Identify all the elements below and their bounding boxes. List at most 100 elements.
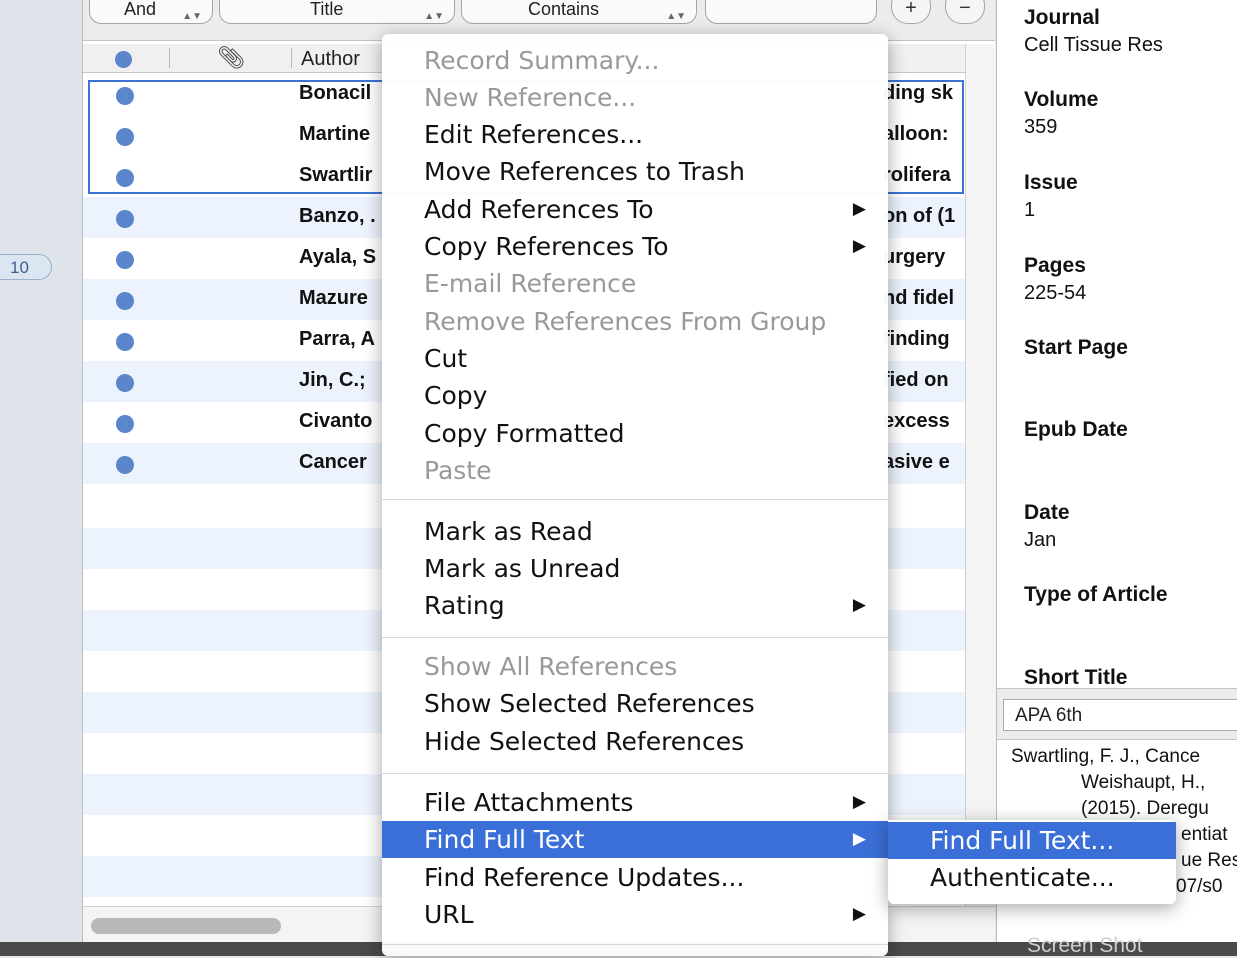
menu-item-record-summary[interactable]: Record Summary... [382, 42, 888, 79]
menu-item-add-references-to[interactable]: Add References To ▶ [382, 191, 888, 228]
paperclip-icon[interactable]: 📎︎ [217, 45, 245, 71]
menu-item-copy-references-to[interactable]: Copy References To ▶ [382, 228, 888, 265]
field-label: Pages [1024, 254, 1086, 277]
find-full-text-submenu: Find Full Text... Authenticate... [888, 820, 1176, 904]
read-status-column-header[interactable] [115, 51, 132, 68]
unread-dot-icon [116, 292, 134, 310]
submenu-arrow-icon: ▶ [852, 236, 866, 256]
row-author: Banzo, . [299, 205, 376, 227]
unread-dot-icon [116, 333, 134, 351]
field-start-page[interactable]: Start Page [1024, 336, 1128, 360]
row-title: asive e [883, 451, 950, 473]
menu-item-new-reference[interactable]: New Reference... [382, 79, 888, 116]
menu-item-show-selected-references[interactable]: Show Selected References [382, 685, 888, 722]
row-title: ding sk [883, 82, 954, 104]
field-label: Journal [1024, 6, 1100, 29]
row-title: rolifera [883, 164, 951, 186]
menu-item-file-attachments[interactable]: File Attachments ▶ [382, 784, 888, 821]
menu-item-move-to-trash[interactable]: Move References to Trash [382, 153, 888, 190]
row-author: Civanto [299, 410, 373, 432]
screenshot-file-label[interactable]: Screen Shot [1027, 934, 1143, 958]
column-divider [291, 48, 292, 68]
menu-item-paste[interactable]: Paste [382, 452, 888, 489]
author-column-header[interactable]: Author [301, 48, 360, 71]
menu-item-email-reference[interactable]: E-mail Reference [382, 265, 888, 302]
row-title: alloon: [883, 123, 949, 145]
submenu-arrow-icon: ▶ [852, 199, 866, 219]
output-style-bar: APA 6th [997, 688, 1237, 740]
row-author: Swartlir [299, 164, 373, 186]
preview-line: Weishaupt, H., [1081, 772, 1206, 793]
row-title: nd fidel [883, 287, 955, 309]
search-term-input[interactable] [705, 0, 877, 24]
search-operator-select[interactable]: Contains ▲▼ [461, 0, 697, 24]
menu-item-remove-from-group[interactable]: Remove References From Group [382, 303, 888, 340]
search-field-select[interactable]: Title ▲▼ [219, 0, 455, 24]
menu-item-copy-formatted[interactable]: Copy Formatted [382, 415, 888, 452]
context-menu: Record Summary... New Reference... Edit … [382, 34, 888, 956]
column-divider [169, 48, 170, 68]
menu-item-rating[interactable]: Rating ▶ [382, 587, 888, 624]
unread-dot-icon [116, 374, 134, 392]
menu-separator [382, 944, 888, 945]
field-epub-date[interactable]: Epub Date [1024, 418, 1128, 442]
field-label: Volume [1024, 88, 1099, 111]
field-type-of-article[interactable]: Type of Article [1024, 583, 1168, 607]
field-label: Type of Article [1024, 583, 1168, 606]
field-issue[interactable]: Issue 1 [1024, 171, 1078, 225]
field-value: 359 [1024, 116, 1058, 138]
row-title: excess [883, 410, 950, 432]
row-author: Cancer [299, 451, 367, 473]
submenu-item-find-full-text[interactable]: Find Full Text... [888, 822, 1176, 859]
output-style-select[interactable]: APA 6th [1003, 699, 1237, 731]
menu-item-copy[interactable]: Copy [382, 377, 888, 414]
menu-item-url[interactable]: URL ▶ [382, 896, 888, 933]
unread-dot-icon [116, 128, 134, 146]
row-title: finding [883, 328, 950, 350]
field-value: Jan [1024, 529, 1057, 551]
remove-search-row-button[interactable]: − [945, 0, 985, 24]
search-boolean-select[interactable]: And ▲▼ [89, 0, 213, 24]
field-date[interactable]: Date Jan [1024, 501, 1070, 555]
reference-panel: Journal Cell Tissue Res Volume 359 Issue… [996, 0, 1237, 942]
search-boolean-value: And [124, 0, 157, 19]
menu-item-hide-selected-references[interactable]: Hide Selected References [382, 723, 888, 760]
search-field-value: Title [310, 0, 344, 19]
preview-line: (2015). Deregu [1081, 798, 1209, 819]
field-short-title[interactable]: Short Title [1024, 666, 1127, 690]
field-label: Epub Date [1024, 418, 1128, 441]
group-count-badge[interactable]: 10 [0, 254, 52, 280]
field-value: 1 [1024, 199, 1036, 221]
chevron-down-icon: ▲▼ [424, 11, 444, 22]
preview-line: Swartling, F. J., Cance [1011, 746, 1201, 767]
field-label: Date [1024, 501, 1070, 524]
menu-item-cut[interactable]: Cut [382, 340, 888, 377]
submenu-arrow-icon: ▶ [852, 829, 866, 849]
unread-dot-icon [116, 87, 134, 105]
row-title: fied on [883, 369, 949, 391]
menu-separator [382, 637, 888, 638]
field-journal[interactable]: Journal Cell Tissue Res [1024, 6, 1163, 60]
row-author: Mazure [299, 287, 368, 309]
row-title: urgery [883, 246, 946, 268]
menu-item-find-full-text[interactable]: Find Full Text ▶ [382, 821, 888, 858]
submenu-item-authenticate[interactable]: Authenticate... [888, 859, 1176, 896]
row-author: Bonacil [299, 82, 372, 104]
field-label: Start Page [1024, 336, 1128, 359]
add-search-row-button[interactable]: + [891, 0, 931, 24]
field-value: 225-54 [1024, 282, 1087, 304]
menu-item-mark-as-unread[interactable]: Mark as Unread [382, 550, 888, 587]
menu-item-mark-as-read[interactable]: Mark as Read [382, 513, 888, 550]
menu-item-edit-references[interactable]: Edit References... [382, 116, 888, 153]
unread-dot-icon [116, 210, 134, 228]
field-pages[interactable]: Pages 225-54 [1024, 254, 1086, 308]
horizontal-scroll-thumb[interactable] [91, 918, 281, 934]
row-author: Jin, C.; [299, 369, 366, 391]
unread-dot-icon [116, 251, 134, 269]
vertical-scrollbar[interactable] [965, 44, 996, 906]
field-volume[interactable]: Volume 359 [1024, 88, 1098, 142]
search-operator-value: Contains [528, 0, 600, 19]
menu-item-show-all-references[interactable]: Show All References [382, 648, 888, 685]
menu-item-find-reference-updates[interactable]: Find Reference Updates... [382, 859, 888, 896]
groups-sidebar: 10 [0, 0, 83, 956]
